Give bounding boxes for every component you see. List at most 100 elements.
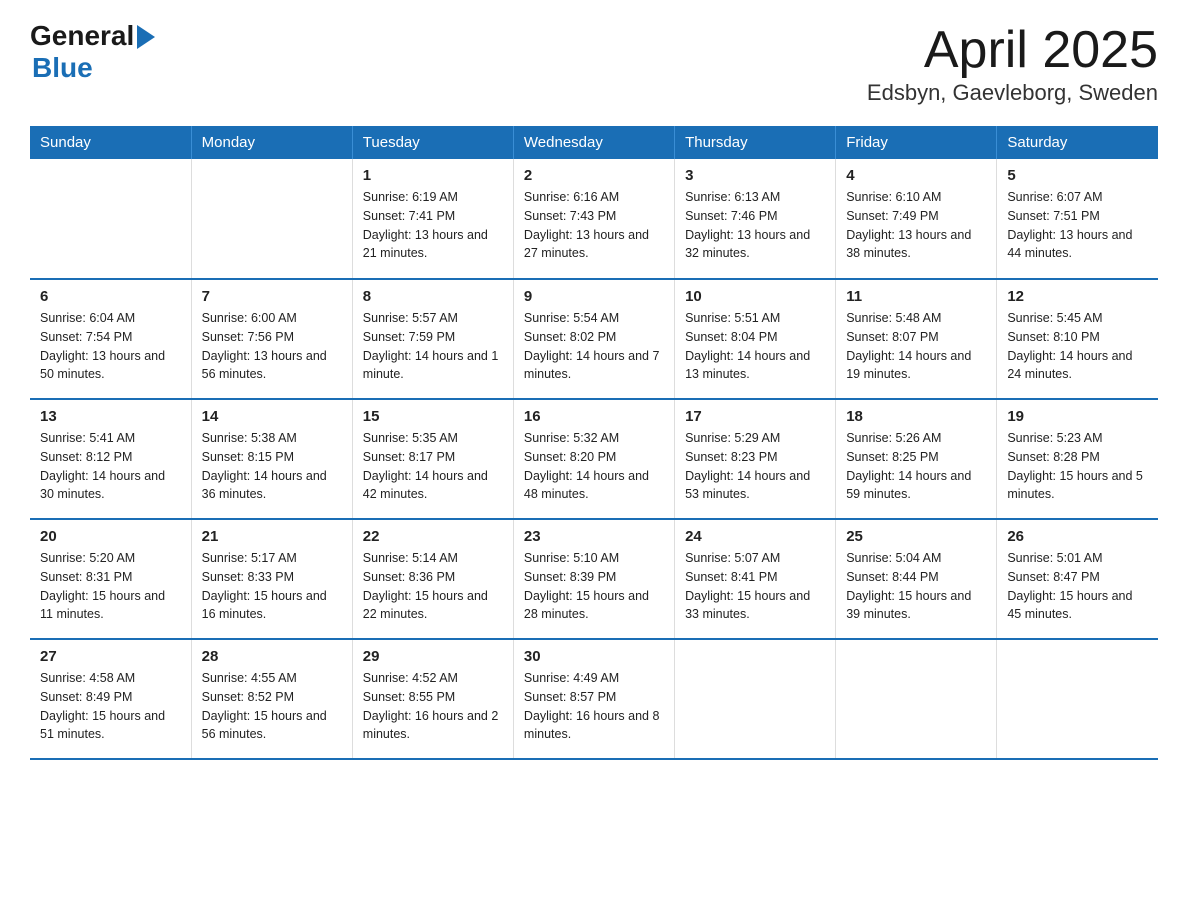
day-number: 30 [524,648,664,665]
calendar-cell: 16 Sunrise: 5:32 AM Sunset: 8:20 PM Dayli… [513,399,674,519]
day-number: 24 [685,528,825,545]
calendar-header-monday: Monday [191,126,352,159]
day-number: 17 [685,408,825,425]
day-number: 3 [685,167,825,184]
day-info: Sunrise: 5:14 AM Sunset: 8:36 PM Dayligh… [363,549,503,624]
calendar-cell: 17 Sunrise: 5:29 AM Sunset: 8:23 PM Dayli… [675,399,836,519]
day-info: Sunrise: 5:48 AM Sunset: 8:07 PM Dayligh… [846,309,986,384]
day-number: 14 [202,408,342,425]
day-info: Sunrise: 6:19 AM Sunset: 7:41 PM Dayligh… [363,188,503,263]
logo-arrow-icon [137,25,155,49]
day-number: 11 [846,288,986,305]
calendar-cell: 30 Sunrise: 4:49 AM Sunset: 8:57 PM Dayli… [513,639,674,759]
calendar-cell: 6 Sunrise: 6:04 AM Sunset: 7:54 PM Daylig… [30,279,191,399]
day-info: Sunrise: 5:51 AM Sunset: 8:04 PM Dayligh… [685,309,825,384]
calendar-week-row: 1 Sunrise: 6:19 AM Sunset: 7:41 PM Daylig… [30,159,1158,279]
day-info: Sunrise: 6:10 AM Sunset: 7:49 PM Dayligh… [846,188,986,263]
calendar-header-sunday: Sunday [30,126,191,159]
day-number: 12 [1007,288,1148,305]
calendar-cell [997,639,1158,759]
day-info: Sunrise: 5:45 AM Sunset: 8:10 PM Dayligh… [1007,309,1148,384]
calendar-cell [30,159,191,279]
calendar-cell: 26Sunrise: 5:01 AM Sunset: 8:47 PM Dayli… [997,519,1158,639]
day-number: 18 [846,408,986,425]
calendar-cell: 8Sunrise: 5:57 AM Sunset: 7:59 PM Daylig… [352,279,513,399]
day-info: Sunrise: 5:32 AM Sunset: 8:20 PM Dayligh… [524,429,664,504]
calendar-cell: 22 Sunrise: 5:14 AM Sunset: 8:36 PM Dayli… [352,519,513,639]
calendar-cell: 28 Sunrise: 4:55 AM Sunset: 8:52 PM Dayli… [191,639,352,759]
day-number: 28 [202,648,342,665]
calendar-week-row: 20Sunrise: 5:20 AM Sunset: 8:31 PM Dayli… [30,519,1158,639]
day-info: Sunrise: 6:04 AM Sunset: 7:54 PM Dayligh… [40,309,181,384]
calendar-cell: 18 Sunrise: 5:26 AM Sunset: 8:25 PM Dayli… [836,399,997,519]
day-info: Sunrise: 4:52 AM Sunset: 8:55 PM Dayligh… [363,669,503,744]
day-number: 10 [685,288,825,305]
day-info: Sunrise: 5:17 AM Sunset: 8:33 PM Dayligh… [202,549,342,624]
calendar-cell: 13 Sunrise: 5:41 AM Sunset: 8:12 PM Dayli… [30,399,191,519]
calendar-header-friday: Friday [836,126,997,159]
day-number: 27 [40,648,181,665]
day-info: Sunrise: 6:07 AM Sunset: 7:51 PM Dayligh… [1007,188,1148,263]
day-number: 21 [202,528,342,545]
day-info: Sunrise: 4:58 AM Sunset: 8:49 PM Dayligh… [40,669,181,744]
day-number: 5 [1007,167,1148,184]
calendar-cell [191,159,352,279]
day-number: 13 [40,408,181,425]
day-info: Sunrise: 5:23 AM Sunset: 8:28 PM Dayligh… [1007,429,1148,504]
day-info: Sunrise: 5:29 AM Sunset: 8:23 PM Dayligh… [685,429,825,504]
calendar-header-wednesday: Wednesday [513,126,674,159]
day-info: Sunrise: 6:00 AM Sunset: 7:56 PM Dayligh… [202,309,342,384]
calendar-cell: 20Sunrise: 5:20 AM Sunset: 8:31 PM Dayli… [30,519,191,639]
calendar-cell: 24Sunrise: 5:07 AM Sunset: 8:41 PM Dayli… [675,519,836,639]
day-info: Sunrise: 5:01 AM Sunset: 8:47 PM Dayligh… [1007,549,1148,624]
day-number: 8 [363,288,503,305]
page-title: April 2025 [867,20,1158,80]
calendar-cell: 15Sunrise: 5:35 AM Sunset: 8:17 PM Dayli… [352,399,513,519]
day-number: 2 [524,167,664,184]
calendar-cell: 2Sunrise: 6:16 AM Sunset: 7:43 PM Daylig… [513,159,674,279]
day-number: 16 [524,408,664,425]
day-number: 4 [846,167,986,184]
logo-blue-text: Blue [32,52,93,84]
day-number: 6 [40,288,181,305]
calendar-week-row: 6 Sunrise: 6:04 AM Sunset: 7:54 PM Daylig… [30,279,1158,399]
day-number: 20 [40,528,181,545]
day-info: Sunrise: 5:26 AM Sunset: 8:25 PM Dayligh… [846,429,986,504]
day-number: 1 [363,167,503,184]
calendar-cell: 5 Sunrise: 6:07 AM Sunset: 7:51 PM Daylig… [997,159,1158,279]
day-number: 25 [846,528,986,545]
calendar-cell: 19Sunrise: 5:23 AM Sunset: 8:28 PM Dayli… [997,399,1158,519]
day-info: Sunrise: 5:35 AM Sunset: 8:17 PM Dayligh… [363,429,503,504]
calendar-cell: 10 Sunrise: 5:51 AM Sunset: 8:04 PM Dayli… [675,279,836,399]
calendar-cell: 27 Sunrise: 4:58 AM Sunset: 8:49 PM Dayli… [30,639,191,759]
day-info: Sunrise: 5:04 AM Sunset: 8:44 PM Dayligh… [846,549,986,624]
page-header: General Blue April 2025 Edsbyn, Gaevlebo… [30,20,1158,106]
calendar-cell: 12 Sunrise: 5:45 AM Sunset: 8:10 PM Dayli… [997,279,1158,399]
day-number: 23 [524,528,664,545]
calendar-cell: 14 Sunrise: 5:38 AM Sunset: 8:15 PM Dayli… [191,399,352,519]
day-info: Sunrise: 5:10 AM Sunset: 8:39 PM Dayligh… [524,549,664,624]
day-info: Sunrise: 5:38 AM Sunset: 8:15 PM Dayligh… [202,429,342,504]
calendar-header-thursday: Thursday [675,126,836,159]
calendar-cell: 11 Sunrise: 5:48 AM Sunset: 8:07 PM Dayli… [836,279,997,399]
calendar-cell [675,639,836,759]
calendar-cell: 23 Sunrise: 5:10 AM Sunset: 8:39 PM Dayli… [513,519,674,639]
calendar-cell: 25 Sunrise: 5:04 AM Sunset: 8:44 PM Dayli… [836,519,997,639]
calendar-week-row: 27 Sunrise: 4:58 AM Sunset: 8:49 PM Dayli… [30,639,1158,759]
day-info: Sunrise: 4:55 AM Sunset: 8:52 PM Dayligh… [202,669,342,744]
calendar-table: SundayMondayTuesdayWednesdayThursdayFrid… [30,126,1158,760]
day-number: 9 [524,288,664,305]
calendar-cell: 21 Sunrise: 5:17 AM Sunset: 8:33 PM Dayli… [191,519,352,639]
day-number: 29 [363,648,503,665]
calendar-cell: 9Sunrise: 5:54 AM Sunset: 8:02 PM Daylig… [513,279,674,399]
day-number: 7 [202,288,342,305]
day-info: Sunrise: 5:41 AM Sunset: 8:12 PM Dayligh… [40,429,181,504]
calendar-cell: 1 Sunrise: 6:19 AM Sunset: 7:41 PM Daylig… [352,159,513,279]
day-number: 22 [363,528,503,545]
day-info: Sunrise: 4:49 AM Sunset: 8:57 PM Dayligh… [524,669,664,744]
calendar-cell: 4 Sunrise: 6:10 AM Sunset: 7:49 PM Daylig… [836,159,997,279]
logo: General Blue [30,20,155,84]
calendar-cell: 7 Sunrise: 6:00 AM Sunset: 7:56 PM Daylig… [191,279,352,399]
calendar-header-row: SundayMondayTuesdayWednesdayThursdayFrid… [30,126,1158,159]
logo-general-text: General [30,20,134,52]
